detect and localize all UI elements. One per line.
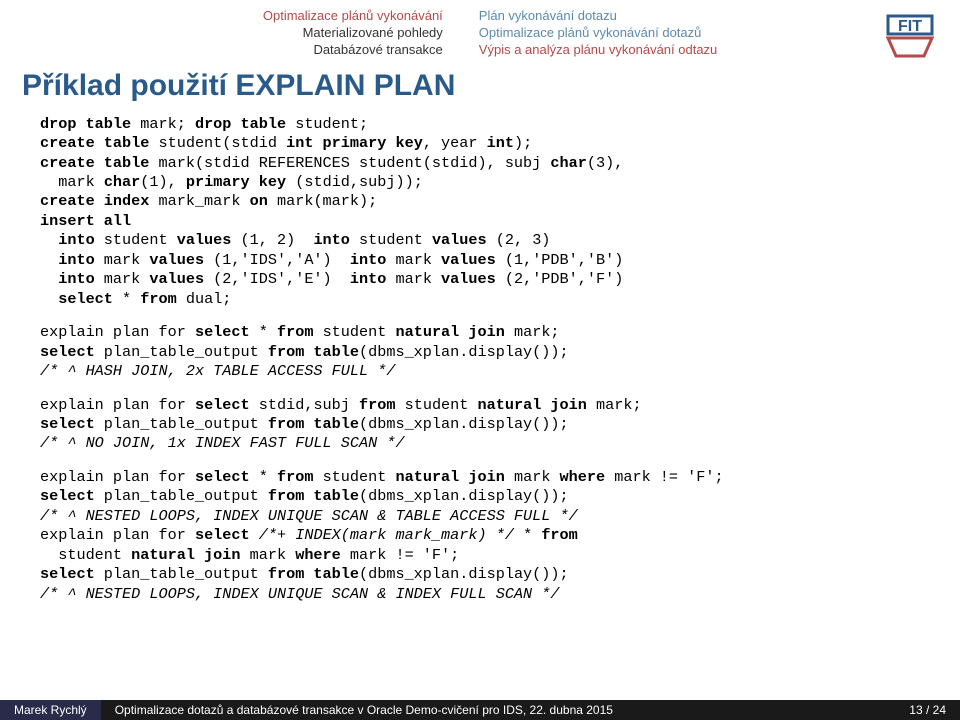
nav-left-2[interactable]: Databázové transakce [18,42,443,59]
footer-title: Optimalizace dotazů a databázové transak… [101,703,910,717]
code-block-3: explain plan for select stdid,subj from … [0,382,960,454]
slide-title: Příklad použití EXPLAIN PLAN [0,59,960,111]
nav-left-column: Optimalizace plánů vykonávání Materializ… [0,8,461,59]
footer-page: 13 / 24 [909,703,960,717]
fit-logo: FIT [882,12,938,60]
footer-author: Marek Rychlý [0,700,101,720]
code-block-4: explain plan for select * from student n… [0,454,960,604]
footer-bar: Marek Rychlý Optimalizace dotazů a datab… [0,700,960,720]
nav-header: Optimalizace plánů vykonávání Materializ… [0,0,960,59]
nav-left-1[interactable]: Materializované pohledy [18,25,443,42]
nav-left-0[interactable]: Optimalizace plánů vykonávání [18,8,443,25]
code-block-1: drop table mark; drop table student; cre… [0,111,960,310]
nav-right-1[interactable]: Optimalizace plánů vykonávání dotazů [479,25,942,42]
code-block-2: explain plan for select * from student n… [0,309,960,381]
nav-right-2[interactable]: Výpis a analýza plánu vykonávání odtazu [479,42,942,59]
svg-text:FIT: FIT [898,18,922,35]
nav-right-0[interactable]: Plán vykonávání dotazu [479,8,942,25]
